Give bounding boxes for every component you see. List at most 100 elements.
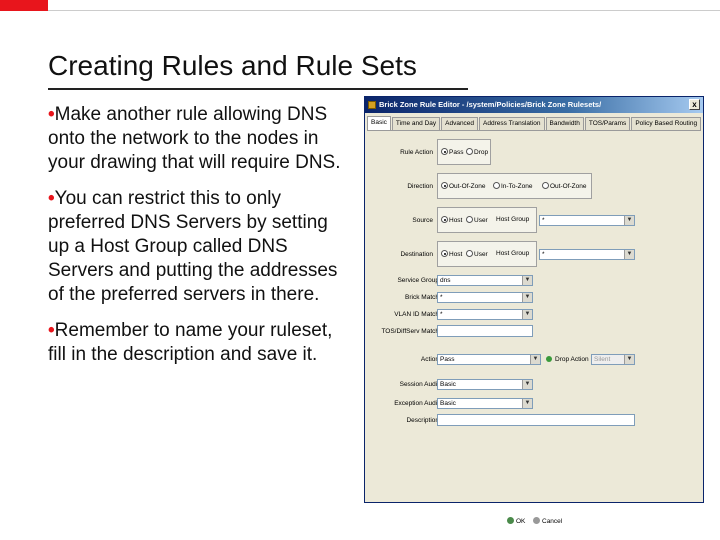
radio-indicator [542, 182, 549, 189]
rule-editor-dialog: Brick Zone Rule Editor - /system/Policie… [364, 96, 704, 525]
direction-out-of-zone-2-radio[interactable]: Out-Of-Zone [542, 182, 586, 190]
dialog-titlebar[interactable]: Brick Zone Rule Editor - /system/Policie… [365, 97, 703, 113]
cancel-button[interactable]: Cancel [533, 517, 562, 525]
rule-action-group: Pass Drop [437, 139, 491, 165]
select-value: * [440, 311, 443, 318]
vlan-id-match-label: VLAN ID Match [394, 311, 439, 318]
radio-indicator [466, 216, 473, 223]
source-row: Source Host User Host Group * ▼ [367, 207, 701, 233]
service-group-row: Service Group dns ▼ [367, 274, 701, 288]
vlan-id-match-select[interactable]: * ▼ [437, 309, 533, 320]
source-host-group-label: Host Group [496, 216, 530, 223]
select-value: * [542, 251, 545, 258]
drop-action-label: Drop Action [555, 356, 589, 363]
exception-audit-select[interactable]: Basic ▼ [437, 398, 533, 409]
tab-tos-params[interactable]: TOS/Params [584, 117, 631, 130]
button-label: Cancel [542, 518, 563, 525]
tab-basic[interactable]: Basic [367, 116, 391, 130]
destination-host-group-label: Host Group [496, 250, 530, 257]
title-underline [48, 88, 468, 90]
tab-time-and-day[interactable]: Time and Day [391, 117, 441, 130]
radio-indicator [441, 250, 448, 257]
service-group-select[interactable]: dns ▼ [437, 275, 533, 286]
chevron-down-icon: ▼ [522, 380, 532, 389]
direction-in-to-zone-radio[interactable]: In-To-Zone [493, 182, 532, 190]
radio-indicator [441, 216, 448, 223]
select-value: * [440, 294, 443, 301]
tab-bandwidth[interactable]: Bandwidth [545, 117, 584, 130]
rule-action-pass-radio[interactable]: Pass [441, 148, 463, 156]
dialog-footer: OK Cancel [367, 517, 701, 529]
app-icon [368, 101, 376, 109]
source-label: Source [412, 217, 433, 224]
destination-host-group-select[interactable]: * ▼ [539, 249, 635, 260]
chevron-down-icon: ▼ [522, 276, 532, 285]
direction-group: Out-Of-Zone In-To-Zone Out-Of-Zone [437, 173, 592, 199]
service-group-label: Service Group [397, 277, 439, 284]
select-value: * [542, 217, 545, 224]
select-value: Silent [594, 356, 611, 363]
destination-user-radio[interactable]: User [466, 250, 488, 258]
tos-match-input[interactable] [437, 325, 533, 337]
radio-label: Host [449, 251, 463, 258]
radio-indicator [441, 148, 448, 155]
description-row: Description [367, 414, 701, 428]
close-button[interactable]: x [689, 99, 700, 110]
chevron-down-icon: ▼ [522, 293, 532, 302]
rule-action-drop-radio[interactable]: Drop [466, 148, 488, 156]
chevron-down-icon: ▼ [522, 310, 532, 319]
radio-label: Drop [474, 149, 489, 156]
radio-indicator [441, 182, 448, 189]
tos-match-row: TOS/DiffServ Match [367, 325, 701, 339]
description-input[interactable] [437, 414, 635, 426]
brand-accent-bar [0, 0, 48, 11]
tos-match-label: TOS/DiffServ Match [381, 328, 439, 335]
description-label: Description [406, 417, 439, 424]
radio-label: User [474, 251, 488, 258]
source-host-radio[interactable]: Host [441, 216, 462, 224]
select-value: Basic [440, 400, 456, 407]
ok-icon [507, 517, 514, 524]
exception-audit-row: Exception Audit Basic ▼ [367, 397, 701, 411]
chevron-down-icon: ▼ [624, 216, 634, 225]
radio-label: In-To-Zone [501, 183, 533, 190]
source-host-group-select[interactable]: * ▼ [539, 215, 635, 226]
drop-action-select[interactable]: Silent ▼ [591, 354, 635, 365]
ok-button[interactable]: OK [507, 517, 525, 525]
destination-group: Host User Host Group [437, 241, 537, 267]
rule-action-row: Rule Action Pass Drop [367, 139, 701, 165]
select-value: Pass [440, 356, 455, 363]
tab-advanced[interactable]: Advanced [441, 117, 479, 130]
top-divider [48, 10, 720, 11]
tab-bar: Basic Time and Day Advanced Address Transla… [367, 116, 701, 131]
slide-title: Creating Rules and Rule Sets [48, 50, 417, 81]
direction-out-of-zone-radio[interactable]: Out-Of-Zone [441, 182, 485, 190]
select-value: Basic [440, 381, 456, 388]
session-audit-label: Session Audit [399, 381, 439, 388]
radio-indicator [466, 148, 473, 155]
vlan-id-match-row: VLAN ID Match * ▼ [367, 308, 701, 322]
cancel-icon [533, 517, 540, 524]
tab-policy-based-routing[interactable]: Policy Based Routing [631, 117, 701, 130]
source-user-radio[interactable]: User [466, 216, 488, 224]
session-audit-row: Session Audit Basic ▼ [367, 378, 701, 392]
brick-match-select[interactable]: * ▼ [437, 292, 533, 303]
action-select[interactable]: Pass ▼ [437, 354, 541, 365]
direction-label: Direction [407, 183, 433, 190]
bullet-text: Make another rule allowing DNS onto the … [48, 104, 341, 173]
dialog-title: Brick Zone Rule Editor - /system/Policie… [379, 100, 602, 109]
tab-address-translation[interactable]: Address Translation [479, 117, 545, 130]
radio-indicator [493, 182, 500, 189]
source-group: Host User Host Group [437, 207, 537, 233]
chevron-down-icon: ▼ [624, 355, 634, 364]
destination-host-radio[interactable]: Host [441, 250, 462, 258]
status-dot-icon [546, 356, 552, 362]
dialog-body: Rule Action Pass Drop Direction Out-Of-Z… [367, 131, 701, 525]
chevron-down-icon: ▼ [624, 250, 634, 259]
radio-indicator [466, 250, 473, 257]
bullet-item: •Make another rule allowing DNS onto the… [48, 103, 353, 175]
bullet-text: Remember to name your ruleset, fill in t… [48, 320, 333, 365]
bullet-item: •You can restrict this to only preferred… [48, 187, 353, 307]
chevron-down-icon: ▼ [522, 399, 532, 408]
session-audit-select[interactable]: Basic ▼ [437, 379, 533, 390]
